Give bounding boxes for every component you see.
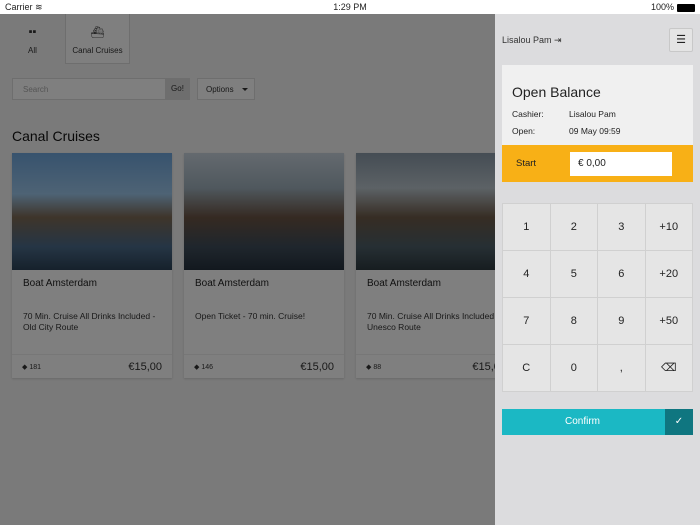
hamburger-icon: ☰ (676, 34, 686, 46)
backspace-icon[interactable]: ⌫ (645, 345, 692, 391)
confirm-button[interactable]: Confirm ✓ (502, 409, 693, 435)
status-bar: Carrier ≋ 1:29 PM 100% (0, 0, 700, 14)
open-balance-title: Open Balance (512, 84, 601, 100)
key-9[interactable]: 9 (598, 298, 645, 344)
key-1[interactable]: 1 (503, 204, 550, 250)
key-6[interactable]: 6 (598, 251, 645, 297)
open-value: 09 May 09:59 (569, 126, 621, 136)
check-icon: ✓ (665, 409, 693, 435)
key-5[interactable]: 5 (550, 251, 597, 297)
start-row: Start € 0,00 (502, 145, 693, 182)
cashier-label: Cashier: (512, 109, 544, 119)
start-amount-input[interactable]: € 0,00 (570, 152, 672, 176)
menu-button[interactable]: ☰ (669, 28, 693, 52)
wifi-icon: ≋ (35, 1, 43, 12)
key-2[interactable]: 2 (550, 204, 597, 250)
key-0[interactable]: 0 (550, 345, 597, 391)
confirm-label: Confirm (565, 416, 601, 427)
clock: 1:29 PM (333, 2, 367, 12)
cashier-value: Lisalou Pam (569, 109, 616, 119)
battery-percent: 100% (650, 2, 674, 12)
open-balance-card: Open Balance Cashier: Lisalou Pam Open: 09… (502, 65, 693, 182)
key-plus-50[interactable]: +50 (645, 298, 692, 344)
keypad: 1 2 3 +10 4 5 6 +20 7 8 9 +50 C 0 , ⌫ (502, 203, 693, 392)
key-4[interactable]: 4 (503, 251, 550, 297)
key-3[interactable]: 3 (598, 204, 645, 250)
key-comma[interactable]: , (598, 345, 645, 391)
modal-overlay[interactable] (0, 14, 495, 525)
product-area: ▪▪All ⛴Canal Cruises Search Go! Options … (0, 14, 495, 525)
carrier: Carrier (5, 1, 33, 12)
user-name: Lisalou Pam (502, 35, 552, 45)
start-label: Start (516, 158, 537, 169)
key-plus-10[interactable]: +10 (645, 204, 692, 250)
battery-icon (677, 3, 695, 12)
key-clear[interactable]: C (503, 345, 550, 391)
logout-icon: ⇥ (554, 35, 562, 45)
balance-panel: Lisalou Pam ⇥ ☰ Open Balance Cashier: Lis… (495, 14, 700, 525)
open-label: Open: (512, 126, 536, 136)
key-plus-20[interactable]: +20 (645, 251, 692, 297)
user-logout[interactable]: Lisalou Pam ⇥ (502, 35, 562, 46)
key-8[interactable]: 8 (550, 298, 597, 344)
key-7[interactable]: 7 (503, 298, 550, 344)
